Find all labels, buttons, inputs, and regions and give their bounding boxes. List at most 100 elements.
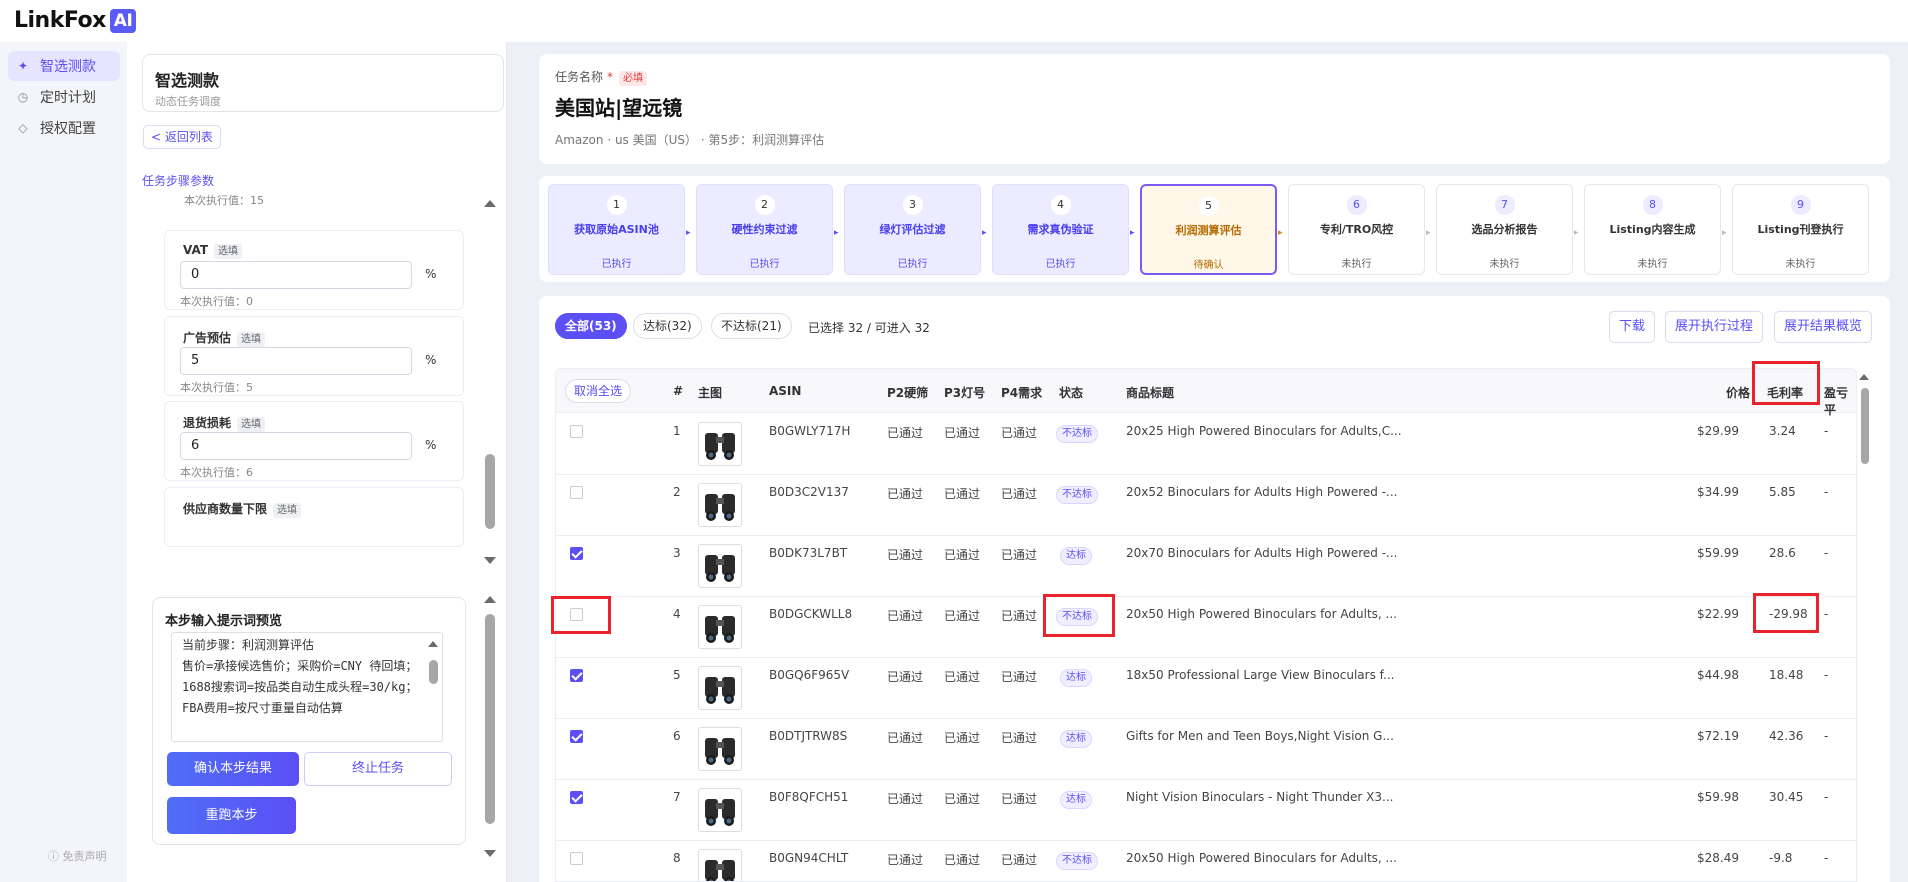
results-table: 取消全选 # 主图 ASIN P2硬筛 P3灯号 P4需求 状态 商品标题 价格… [555,368,1857,882]
step-name: 选品分析报告 [1471,223,1538,236]
row-checkbox[interactable] [570,425,583,438]
scroll-down-icon[interactable] [484,850,496,857]
optional-tag: 选填 [237,417,266,432]
col-title: 商品标题 [1126,386,1175,400]
param-current-value: 本次执行值：6 [180,466,253,479]
params-scroll-area[interactable]: 本次执行值：15 VAT 选填 0 % 本次执行值：0 广告预估 选填 5 % 本次… [142,188,476,573]
param-label: VAT 选填 [183,243,243,259]
expand-overview-button[interactable]: 展开结果概览 [1774,311,1873,343]
table-row[interactable]: 1 B0GWLY717H 已通过 已通过 已通过 20x25 High Powered B… [556,414,1856,475]
step-name: 绿灯评估过滤 [879,223,946,236]
linkfox-logo[interactable]: LinkFox AI [14,8,137,33]
back-to-list-button[interactable]: < 返回列表 [143,125,221,149]
tab-all[interactable]: 全部(53) [555,313,627,339]
scroll-up-icon[interactable] [1859,374,1869,380]
step-5[interactable]: 5 利润测算评估 待确认 [1140,184,1277,275]
product-image[interactable] [698,605,742,649]
scroll-thumb[interactable] [485,614,495,824]
step-number: 2 [754,195,775,215]
row-checkbox[interactable] [570,547,583,560]
cell-title: 20x50 High Powered Binoculars for Adults… [1126,607,1397,621]
cell-profit: - [1824,424,1829,438]
highlight-row4-margin [1753,593,1819,633]
col-image: 主图 [698,386,723,400]
tab-fail[interactable]: 不达标(21) [711,313,792,339]
cell-p4: 已通过 [1001,548,1038,562]
optional-tag: 选填 [273,503,302,518]
cell-p2: 已通过 [887,426,924,440]
ad-estimate-input[interactable]: 5 [180,347,412,375]
row-checkbox[interactable] [570,791,583,804]
product-image[interactable] [698,666,742,710]
cell-title: 20x50 High Powered Binoculars for Adults… [1126,851,1397,865]
step-6[interactable]: 6 专利/TRO风控 未执行 [1288,184,1425,275]
prompt-scrollbar[interactable] [426,638,440,738]
scroll-thumb[interactable] [485,454,495,529]
cell-price: $22.99 [1697,607,1739,621]
expand-process-button[interactable]: 展开执行过程 [1665,311,1764,343]
cell-margin: 5.85 [1769,485,1796,499]
confirm-step-button[interactable]: 确认本步结果 [167,752,299,786]
scroll-thumb[interactable] [1861,388,1869,464]
product-image[interactable] [698,788,742,832]
sidebar-item-smart-select[interactable]: ✦ 智选测款 [8,51,120,81]
cell-margin: 18.48 [1769,668,1804,682]
step-4[interactable]: 4 需求真伪验证 已执行 [992,184,1129,275]
scroll-down-icon[interactable] [484,557,496,564]
step-7[interactable]: 7 选品分析报告 未执行 [1436,184,1573,275]
row-checkbox[interactable] [570,730,583,743]
param-vat: VAT 选填 0 % 本次执行值：0 [164,230,464,310]
table-scrollbar[interactable] [1857,368,1873,882]
row-checkbox[interactable] [570,852,583,865]
stop-task-button[interactable]: 终止任务 [304,752,452,786]
row-checkbox[interactable] [570,486,583,499]
chevron-right-icon: ▸ [1130,228,1135,238]
rerun-step-button[interactable]: 重跑本步 [167,797,296,834]
sidebar-item-label: 定时计划 [40,90,96,106]
vat-input[interactable]: 0 [180,261,412,289]
step-3[interactable]: 3 绿灯评估过滤 已执行 [844,184,981,275]
step-number: 4 [1050,195,1071,215]
step-9[interactable]: 9 Listing刊登执行 未执行 [1732,184,1869,275]
left-panel-scrollbar[interactable] [482,592,496,862]
product-image[interactable] [698,544,742,588]
scroll-up-icon[interactable] [428,641,438,647]
product-image[interactable] [698,849,742,881]
table-row[interactable]: 3 B0DK73L7BT 已通过 已通过 已通过 20x70 Binoculars for… [556,536,1856,597]
table-row[interactable]: 6 B0DTJTRW8S 已通过 已通过 已通过 Gifts for Men and Te… [556,719,1856,780]
product-image[interactable] [698,483,742,527]
highlight-row4-checkbox [551,596,611,634]
disclaimer-link[interactable]: ⓘ 免责声明 [48,848,107,864]
product-image[interactable] [698,727,742,771]
unselect-all-button[interactable]: 取消全选 [565,379,632,403]
scroll-thumb[interactable] [429,660,438,684]
panel-header-card: 智选测款 动态任务调度 [142,54,504,112]
optional-tag: 选填 [214,244,243,259]
cell-p4: 已通过 [1001,609,1038,623]
return-loss-input[interactable]: 6 [180,432,412,460]
status-badge: 达标 [1060,730,1092,748]
params-scrollbar[interactable] [482,198,496,568]
step-2[interactable]: 2 硬性约束过滤 已执行 [696,184,833,275]
prompt-preview-textarea[interactable]: 当前步骤：利润测算评估 售价=承接候选售价；采购价=CNY 待回填；1688搜索… [171,632,443,742]
step-1[interactable]: 1 获取原始ASIN池 已执行 [548,184,685,275]
step-8[interactable]: 8 Listing内容生成 未执行 [1584,184,1721,275]
table-row[interactable]: 7 B0F8QFCH51 已通过 已通过 已通过 Night Vision Binocul… [556,780,1856,841]
table-row[interactable]: 4 B0DGCKWLL8 已通过 已通过 已通过 20x50 High Powered B… [556,597,1856,658]
row-checkbox[interactable] [570,669,583,682]
task-name: 美国站|望远镜 [555,96,683,120]
table-row[interactable]: 5 B0GQ6F965V 已通过 已通过 已通过 18x50 Professional L… [556,658,1856,719]
sidebar-item-auth[interactable]: ◇ 授权配置 [8,113,120,143]
cell-profit: - [1824,790,1829,804]
param-label: 广告预估 选填 [183,329,266,347]
tab-pass[interactable]: 达标(32) [633,313,702,339]
scroll-up-icon[interactable] [484,596,496,603]
cell-margin: 28.6 [1769,546,1796,560]
cell-p4: 已通过 [1001,731,1038,745]
download-button[interactable]: 下载 [1609,311,1656,343]
table-row[interactable]: 8 B0GN94CHLT 已通过 已通过 已通过 20x50 High Powered B… [556,841,1856,881]
product-image[interactable] [698,422,742,466]
sidebar-item-schedule[interactable]: ◷ 定时计划 [8,82,120,112]
table-row[interactable]: 2 B0D3C2V137 已通过 已通过 已通过 20x52 Binoculars for… [556,475,1856,536]
scroll-up-icon[interactable] [484,200,496,207]
